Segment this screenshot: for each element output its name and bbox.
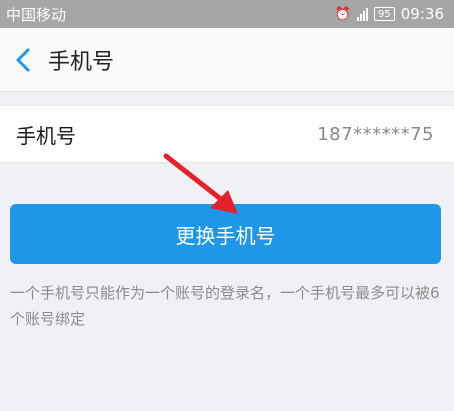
battery-icon: 95 <box>374 7 395 21</box>
page-title: 手机号 <box>48 49 115 75</box>
back-button[interactable] <box>0 28 46 92</box>
change-phone-button[interactable]: 更换手机号 <box>10 204 441 264</box>
status-icons: ⏰ 95 09:36 <box>335 5 444 23</box>
hint-text: 一个手机号只能作为一个账号的登录名，一个手机号最多可以被6个账号绑定 <box>10 284 440 328</box>
phone-number-label: 手机号 <box>16 123 76 148</box>
battery-level: 95 <box>378 8 391 20</box>
status-time: 09:36 <box>400 5 444 23</box>
phone-number-row: 手机号 187******75 <box>0 105 454 163</box>
status-bar: 中国移动 ⏰ 95 09:36 <box>0 0 454 28</box>
phone-number-value: 187******75 <box>317 123 434 145</box>
change-phone-button-label: 更换手机号 <box>175 223 276 248</box>
signal-icon <box>357 7 369 21</box>
header: 手机号 <box>0 28 454 92</box>
chevron-left-icon <box>16 48 30 71</box>
carrier-name: 中国移动 <box>6 5 67 24</box>
alarm-icon: ⏰ <box>334 6 352 22</box>
